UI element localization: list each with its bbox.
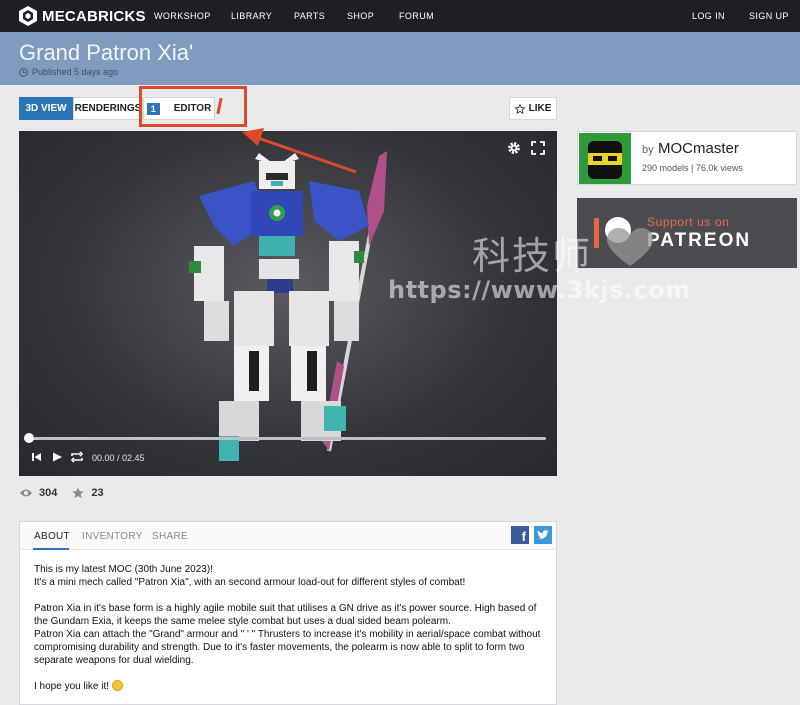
author-name[interactable]: MOCmaster [658, 140, 739, 157]
patreon-logo-bar [594, 218, 599, 248]
star-outline-icon [514, 103, 525, 114]
twitter-share-icon[interactable] [534, 526, 552, 544]
settings-gear-icon[interactable] [507, 141, 521, 155]
author-counts: 290 models | 76.0k views [642, 163, 743, 173]
tab-about[interactable]: ABOUT [34, 531, 70, 542]
description-paragraph: Patron Xia in it's base form is a highly… [34, 602, 549, 667]
loop-icon[interactable] [70, 451, 84, 463]
nav-library[interactable]: LIBRARY [231, 11, 272, 21]
nav-signup[interactable]: SIGN UP [749, 11, 789, 21]
view-count: 304 [39, 487, 58, 499]
active-tab-indicator [33, 548, 69, 550]
top-navbar: MECABRICKS WORKSHOP LIBRARY PARTS SHOP F… [0, 0, 800, 32]
annotation-highlight-box [139, 86, 247, 127]
description-line: Patron Xia in it's base form is a highly… [34, 603, 537, 627]
logo-text: MECABRICKS [42, 7, 146, 25]
author-card[interactable]: by MOCmaster 290 models | 76.0k views [577, 131, 797, 185]
published-text: Published 5 days ago [32, 67, 119, 77]
watermark-heart-icon [607, 228, 653, 266]
playback-time: 00.00 / 02.45 [92, 453, 145, 463]
description-paragraph: I hope you like it! [34, 680, 549, 693]
description-line: It's a mini mech called "Patron Xia", wi… [34, 577, 466, 588]
watermark-url: https://www.3kjs.com [388, 276, 691, 304]
star-count: 23 [91, 487, 104, 499]
patreon-support-text: Support us on [647, 215, 730, 229]
fullscreen-icon[interactable] [531, 141, 545, 155]
page-title: Grand Patron Xia' [19, 40, 194, 65]
skip-back-icon[interactable] [30, 451, 42, 463]
clock-icon [19, 67, 28, 77]
logo[interactable]: MECABRICKS [19, 6, 146, 26]
description-paragraph: This is my latest MOC (30th June 2023)! … [34, 563, 549, 589]
author-avatar[interactable] [579, 133, 631, 184]
like-button[interactable]: LIKE [509, 97, 557, 120]
description-line: I hope you like it! [34, 681, 110, 692]
model-stats: 304 23 [19, 487, 104, 499]
description-tabs: ABOUT INVENTORY SHARE f [20, 522, 556, 550]
tab-3d-view[interactable]: 3D VIEW [19, 97, 73, 120]
tab-inventory[interactable]: INVENTORY [82, 531, 143, 542]
description-body: This is my latest MOC (30th June 2023)! … [34, 563, 549, 705]
star-icon [72, 487, 85, 499]
nav-parts[interactable]: PARTS [294, 11, 325, 21]
timeline-scrubber-knob[interactable] [24, 433, 34, 443]
like-label: LIKE [528, 103, 552, 114]
facebook-share-icon[interactable]: f [511, 526, 529, 544]
mecabricks-logo-icon [19, 6, 37, 26]
mech-model-render [189, 151, 387, 461]
annotation-arrow [242, 128, 357, 174]
nav-login[interactable]: LOG IN [692, 11, 725, 21]
description-line: Patron Xia can attach the "Grand" armour… [34, 629, 541, 666]
description-line: This is my latest MOC (30th June 2023)! [34, 564, 213, 575]
description-panel: ABOUT INVENTORY SHARE f This is my lates… [19, 521, 557, 705]
watermark-chinese-text: 科技师 [472, 234, 593, 278]
patreon-name: PATREON [647, 230, 752, 251]
playback-timeline[interactable] [29, 437, 546, 440]
tab-renderings[interactable]: RENDERINGS [73, 97, 143, 120]
nav-forum[interactable]: FORUM [399, 11, 434, 21]
smiley-emoji-icon [111, 680, 123, 691]
author-by-label: by [642, 144, 654, 156]
nav-workshop[interactable]: WORKSHOP [154, 11, 211, 21]
published-info: Published 5 days ago [19, 67, 118, 77]
play-icon[interactable] [51, 451, 63, 463]
nav-shop[interactable]: SHOP [347, 11, 374, 21]
tab-share[interactable]: SHARE [152, 531, 188, 542]
eye-icon [20, 489, 32, 497]
